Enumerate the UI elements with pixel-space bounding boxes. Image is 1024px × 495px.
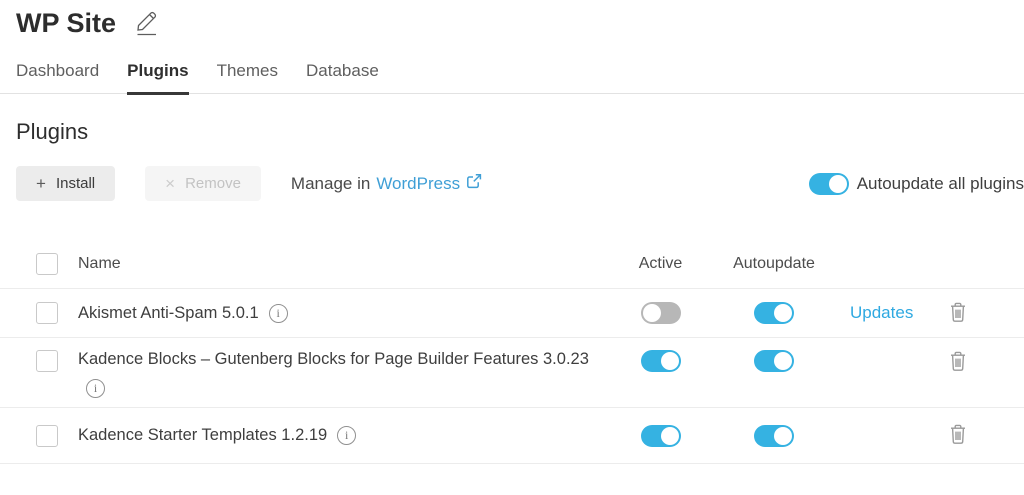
active-toggle[interactable] xyxy=(641,302,681,324)
row-checkbox[interactable] xyxy=(36,350,58,372)
external-link-icon xyxy=(465,172,483,195)
x-icon: × xyxy=(165,175,175,192)
delete-plugin-button[interactable] xyxy=(948,423,1024,448)
delete-plugin-button[interactable] xyxy=(948,350,1024,375)
plugin-name: Akismet Anti-Spam 5.0.1 xyxy=(78,304,259,323)
plugin-name-cell: Kadence Blocks – Gutenberg Blocks for Pa… xyxy=(78,350,623,398)
remove-button-label: Remove xyxy=(185,175,241,192)
autoupdate-all-toggle[interactable] xyxy=(809,173,849,195)
plugins-toolbar: + Install × Remove Manage in WordPress A… xyxy=(0,166,1024,201)
autoupdate-toggle[interactable] xyxy=(754,350,794,372)
info-icon[interactable]: i xyxy=(337,426,356,445)
trash-icon xyxy=(948,423,968,448)
trash-icon xyxy=(948,301,968,326)
trash-icon xyxy=(948,350,968,375)
updates-link[interactable]: Updates xyxy=(850,303,948,323)
active-toggle[interactable] xyxy=(641,425,681,447)
row-checkbox[interactable] xyxy=(36,302,58,324)
install-button[interactable]: + Install xyxy=(16,166,115,201)
manage-in-wordpress: Manage in WordPress xyxy=(291,172,483,195)
manage-prefix-label: Manage in xyxy=(291,174,370,194)
table-row: Akismet Anti-Spam 5.0.1 i Updates xyxy=(0,289,1024,338)
info-icon[interactable]: i xyxy=(269,304,288,323)
wordpress-link[interactable]: WordPress xyxy=(376,172,483,195)
page-title: WP Site xyxy=(16,9,116,39)
install-button-label: Install xyxy=(56,175,95,192)
select-all-checkbox[interactable] xyxy=(36,253,58,275)
tab-plugins[interactable]: Plugins xyxy=(127,61,188,95)
section-heading: Plugins xyxy=(16,119,1008,145)
row-checkbox[interactable] xyxy=(36,425,58,447)
tab-dashboard[interactable]: Dashboard xyxy=(16,61,99,95)
wordpress-link-label: WordPress xyxy=(376,174,460,194)
site-header: WP Site xyxy=(0,0,1024,40)
plugin-name-cell: Kadence Starter Templates 1.2.19 i xyxy=(78,426,623,445)
column-header-name: Name xyxy=(78,255,623,273)
plugin-name-cell: Akismet Anti-Spam 5.0.1 i xyxy=(78,304,623,323)
column-header-autoupdate: Autoupdate xyxy=(733,255,815,273)
delete-plugin-button[interactable] xyxy=(948,301,1024,326)
autoupdate-toggle[interactable] xyxy=(754,302,794,324)
pencil-icon xyxy=(134,8,161,40)
autoupdate-all-plugins: Autoupdate all plugins xyxy=(809,173,1024,195)
tab-themes[interactable]: Themes xyxy=(217,61,278,95)
plugins-table: Name Active Autoupdate Akismet Anti-Spam… xyxy=(0,239,1024,464)
table-row: Kadence Starter Templates 1.2.19 i xyxy=(0,408,1024,464)
active-toggle[interactable] xyxy=(641,350,681,372)
info-icon[interactable]: i xyxy=(86,379,105,398)
site-tabs: Dashboard Plugins Themes Database xyxy=(0,61,1024,94)
remove-button[interactable]: × Remove xyxy=(145,166,261,201)
autoupdate-all-label: Autoupdate all plugins xyxy=(857,174,1024,194)
table-row: Kadence Blocks – Gutenberg Blocks for Pa… xyxy=(0,338,1024,408)
autoupdate-toggle[interactable] xyxy=(754,425,794,447)
edit-site-name-button[interactable] xyxy=(134,8,161,40)
plus-icon: + xyxy=(36,175,46,192)
tab-database[interactable]: Database xyxy=(306,61,379,95)
column-header-active: Active xyxy=(639,255,683,273)
table-header-row: Name Active Autoupdate xyxy=(0,239,1024,289)
plugin-name: Kadence Blocks – Gutenberg Blocks for Pa… xyxy=(78,350,589,369)
plugin-name: Kadence Starter Templates 1.2.19 xyxy=(78,426,327,445)
